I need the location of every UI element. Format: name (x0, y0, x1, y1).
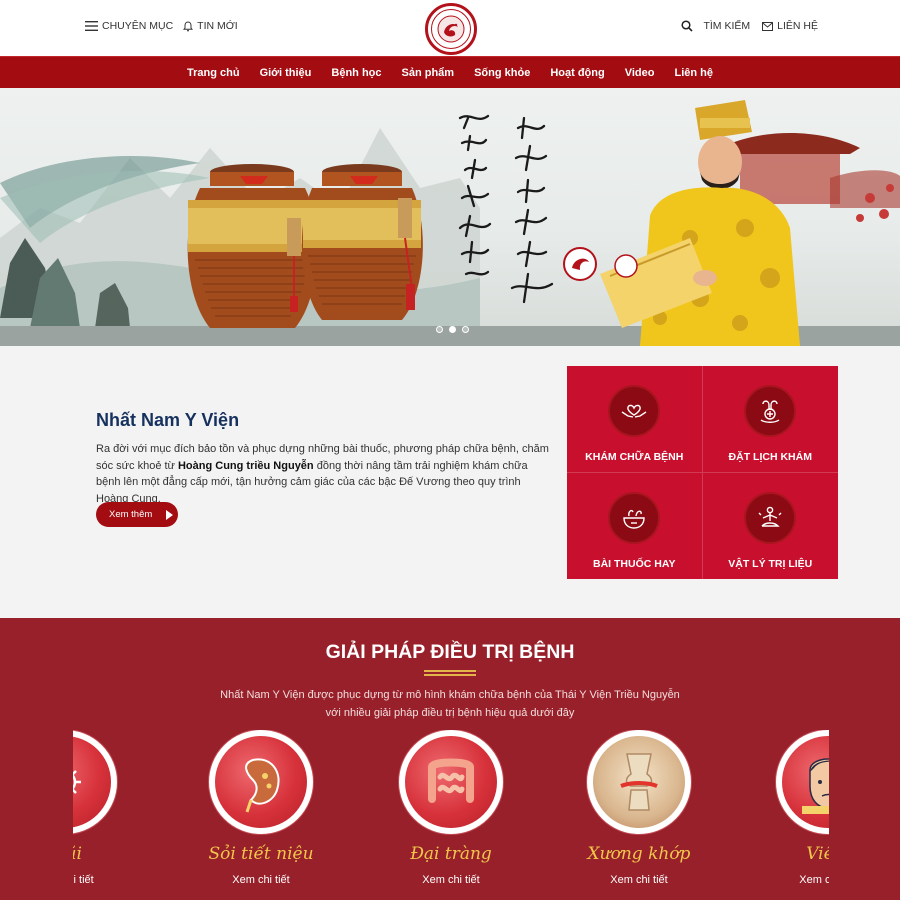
intro-text: Ra đời với mục đích bảo tồn và phục dựng… (96, 441, 554, 507)
treatment-card[interactable]: Xương khớp Xem chi tiết (569, 730, 709, 886)
treatment-card[interactable]: Đại tràng Xem chi tiết (381, 730, 521, 886)
contact-label: LIÊN HỆ (777, 20, 818, 32)
search-button[interactable]: TÌM KIẾM (681, 20, 750, 32)
top-header: CHUYÊN MỤC TIN MỚI TÌM KIẾM LIÊN HỆ (0, 0, 900, 56)
treatment-name: Sỏi tiết niệu (208, 844, 314, 864)
treatment-card[interactable]: Sỏi tiết niệu Xem chi tiết (191, 730, 331, 886)
header-right-group: TÌM KIẾM LIÊN HỆ (681, 20, 818, 32)
service-tile-examination[interactable]: KHÁM CHỮA BỆNH (567, 366, 703, 473)
virus-icon (73, 770, 81, 794)
treatment-image (73, 730, 117, 834)
face-icon (802, 758, 829, 814)
treatment-image (587, 730, 691, 834)
herbal-bowl-icon (608, 491, 661, 544)
intro-section: Nhất Nam Y Viện Ra đời với mục đích bảo … (0, 346, 900, 618)
service-tile-booking[interactable]: ĐẶT LỊCH KHÁM (702, 366, 838, 473)
hero-slider-dots (436, 326, 469, 333)
solutions-desc-line: với nhiều giải pháp điều trị bệnh hiệu q… (325, 706, 575, 719)
nav-item-activities[interactable]: Hoạt động (540, 67, 614, 79)
mail-icon (762, 21, 774, 31)
nav-item-healthy-living[interactable]: Sống khỏe (464, 67, 540, 79)
treatment-name: Xương khớp (587, 844, 691, 864)
nav-item-contact[interactable]: Liên hệ (664, 67, 723, 79)
header-left-group: CHUYÊN MỤC TIN MỚI (85, 20, 238, 32)
view-details-link[interactable]: Xem chi tiết (381, 874, 521, 886)
search-icon (681, 20, 694, 32)
nav-item-about[interactable]: Giới thiệu (250, 67, 322, 79)
treatment-solutions-section: GIẢI PHÁP ĐIỀU TRỊ BỆNH Nhất Nam Y Viện … (0, 618, 900, 900)
logo-emblem (431, 9, 471, 49)
service-tile-physiotherapy[interactable]: VẬT LÝ TRỊ LIỆU (703, 473, 839, 580)
view-details-link[interactable]: Xem chi tiết (758, 874, 829, 886)
search-label: TÌM KIẾM (703, 20, 751, 32)
service-label: KHÁM CHỮA BỆNH (585, 451, 684, 463)
kidney-icon (245, 758, 280, 813)
title-ornament (424, 670, 476, 676)
view-details-link[interactable]: Xem chi tiết (191, 874, 331, 886)
site-logo[interactable] (425, 3, 477, 55)
slider-dot[interactable] (462, 326, 469, 333)
solutions-desc-line: Nhất Nam Y Viện được phục dựng từ mô hìn… (220, 689, 680, 701)
medical-calendar-icon (744, 385, 797, 437)
heart-hands-icon (608, 385, 661, 437)
service-label: ĐẶT LỊCH KHÁM (728, 451, 812, 463)
intro-text-bold: Hoàng Cung triều Nguyễn (177, 459, 314, 472)
intro-title: Nhất Nam Y Viện (96, 410, 240, 430)
news-button[interactable]: TIN MỚI (183, 20, 238, 32)
service-tile-remedies[interactable]: BÀI THUỐC HAY (567, 472, 703, 579)
service-label: BÀI THUỐC HAY (593, 557, 676, 570)
intestine-icon (428, 758, 474, 803)
services-grid: KHÁM CHỮA BỆNH ĐẶT LỊCH KHÁM BÀI THUỐC H… (567, 366, 838, 579)
treatment-card[interactable]: Mũi Xem chi tiết (73, 730, 135, 886)
news-label: TIN MỚI (197, 20, 238, 32)
nav-item-video[interactable]: Video (615, 67, 665, 79)
meditation-icon (744, 491, 797, 544)
read-more-label: Xem thêm (109, 509, 153, 520)
treatment-carousel[interactable]: Mũi Xem chi tiết Sỏi tiết niệu Xem chi t… (73, 730, 829, 900)
hamburger-icon (85, 21, 98, 31)
view-details-link[interactable]: Xem chi tiết (73, 874, 135, 886)
category-menu-label: CHUYÊN MỤC (102, 20, 174, 32)
wine-jar-left (187, 164, 318, 328)
main-nav: Trang chủ Giới thiệu Bệnh học Sản phẩm S… (0, 56, 900, 88)
play-arrow-icon (166, 509, 174, 520)
solutions-title: GIẢI PHÁP ĐIỀU TRỊ BỆNH (325, 641, 575, 663)
category-menu-button[interactable]: CHUYÊN MỤC (85, 20, 173, 32)
hero-illustration (0, 100, 900, 346)
contact-button[interactable]: LIÊN HỆ (762, 20, 818, 32)
read-more-button[interactable]: Xem thêm (96, 502, 178, 527)
treatment-image (209, 730, 313, 834)
solutions-description: Nhất Nam Y Viện được phục dựng từ mô hìn… (200, 687, 700, 722)
knee-joint-icon (620, 753, 658, 811)
treatment-name: Đại tràng (410, 844, 492, 864)
dragon-emblem-icon (437, 15, 465, 43)
treatment-card[interactable]: Viêm Xem chi tiết (758, 730, 829, 886)
treatment-name: Viêm (806, 844, 829, 864)
service-label: VẬT LÝ TRỊ LIỆU (728, 557, 813, 570)
treatment-image (399, 730, 503, 834)
bell-icon (183, 20, 194, 31)
treatment-name: Mũi (73, 844, 82, 864)
nav-item-pathology[interactable]: Bệnh học (321, 67, 391, 79)
view-details-link[interactable]: Xem chi tiết (569, 874, 709, 886)
nav-item-products[interactable]: Sản phẩm (392, 67, 465, 79)
nav-item-home[interactable]: Trang chủ (177, 67, 250, 79)
slider-dot-active[interactable] (449, 326, 456, 333)
treatment-image (776, 730, 829, 834)
hero-banner[interactable] (0, 88, 900, 346)
slider-dot[interactable] (436, 326, 443, 333)
